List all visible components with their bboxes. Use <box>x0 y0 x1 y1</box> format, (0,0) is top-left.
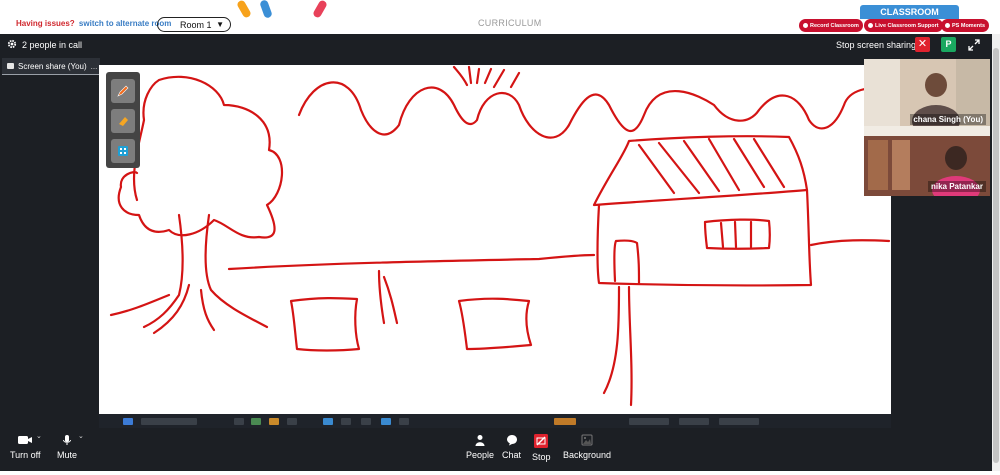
caret-down-icon: ▼ <box>216 20 224 29</box>
house-window <box>703 218 771 250</box>
site-header: Having issues? switch to alternate room … <box>0 0 1000 34</box>
chat-icon <box>506 435 517 446</box>
tree-canopy-stroke <box>117 75 284 239</box>
sun-rays <box>452 65 521 89</box>
drawing-toolbar <box>106 72 140 168</box>
house-door <box>613 239 641 285</box>
ground-line <box>227 253 596 271</box>
shared-screen-taskbar <box>99 414 891 428</box>
meeting-window: 2 people in call Stop screen sharing ✕ P… <box>0 34 992 471</box>
mute-label: Mute <box>57 450 78 460</box>
microphone-icon <box>63 435 71 445</box>
shared-screen-canvas[interactable] <box>99 65 891 414</box>
people-icon <box>475 435 485 446</box>
people-button[interactable]: People <box>466 434 494 460</box>
moments-icon <box>945 23 950 28</box>
pencil-tool-button[interactable] <box>111 79 135 103</box>
camera-icon <box>18 436 33 444</box>
screen-share-tab[interactable]: Screen share (You) ... <box>2 58 100 74</box>
support-icon <box>868 23 873 28</box>
live-support-label: Live Classroom Support <box>875 22 939 29</box>
house-window-bars <box>719 220 753 249</box>
participant-1-name: chana Singh (You) <box>910 114 986 125</box>
window-right <box>457 297 533 351</box>
room-select-value: Room 1 <box>180 19 212 30</box>
background-label: Background <box>563 450 612 460</box>
participant-video-1[interactable]: chana Singh (You) <box>864 59 990 129</box>
record-classroom-button[interactable]: Record Classroom <box>799 19 863 32</box>
people-count: 2 people in call <box>22 40 83 50</box>
stop-share-button[interactable]: Stop <box>532 434 551 462</box>
more-options-icon[interactable]: ... <box>91 62 98 71</box>
background-icon <box>581 434 593 446</box>
house-walls <box>596 188 813 287</box>
room-select[interactable]: Room 1 ▼ <box>157 17 231 32</box>
clear-tool-button[interactable] <box>111 139 135 163</box>
window-left <box>289 297 361 352</box>
tab-underline <box>2 74 100 75</box>
tree-root-3 <box>109 293 171 317</box>
call-controls: Turn off ⌄ Mute ⌄ People Chat Stop Backg… <box>0 428 992 471</box>
roof-lines <box>637 137 786 195</box>
meeting-header: 2 people in call Stop screen sharing ✕ P <box>0 34 992 56</box>
live-support-button[interactable]: Live Classroom Support <box>864 19 943 32</box>
camera-options-chevron-icon[interactable]: ⌄ <box>36 432 42 440</box>
issue-notice: Having issues? switch to alternate room <box>16 19 171 28</box>
ps-moments-button[interactable]: PS Moments <box>941 19 990 32</box>
path-from-door <box>602 285 633 407</box>
mute-button[interactable]: Mute <box>57 434 77 460</box>
ps-moments-label: PS Moments <box>952 22 986 29</box>
logo-stroke-orange <box>236 0 252 19</box>
curriculum-tab[interactable]: CURRICULUM <box>478 18 542 28</box>
screen-icon <box>7 63 14 69</box>
participant-2-name: nika Patankar <box>927 181 986 192</box>
logo-stroke-red <box>312 0 328 19</box>
eraser-icon <box>119 117 128 126</box>
logo-stroke-blue <box>259 0 273 19</box>
scrollbar-thumb[interactable] <box>993 48 999 463</box>
participant-badge[interactable]: P <box>941 37 956 52</box>
page-scrollbar[interactable] <box>992 34 1000 471</box>
tree-root-2 <box>199 288 216 332</box>
tree-root-1 <box>152 283 191 335</box>
stop-share-icon <box>534 434 549 448</box>
participant-video-2[interactable]: nika Patankar <box>864 126 990 196</box>
record-classroom-label: Record Classroom <box>810 22 859 29</box>
stop-sharing-close-button[interactable]: ✕ <box>915 37 930 52</box>
house-right-ground <box>809 239 891 247</box>
chat-label: Chat <box>502 450 522 460</box>
fullscreen-icon[interactable] <box>967 38 981 52</box>
eraser-tool-button[interactable] <box>111 109 135 133</box>
freehand-drawing <box>109 65 891 407</box>
settings-gear-icon[interactable] <box>7 39 17 49</box>
fence-posts <box>377 269 399 325</box>
stop-label: Stop <box>532 452 551 462</box>
classroom-tab[interactable]: CLASSROOM <box>860 5 959 19</box>
stop-sharing-label: Stop screen sharing <box>836 40 917 50</box>
board-icon <box>118 146 128 156</box>
turn-off-label: Turn off <box>10 450 41 460</box>
chat-button[interactable]: Chat <box>502 434 521 460</box>
record-icon <box>803 23 808 28</box>
people-label: People <box>466 450 495 460</box>
mic-options-chevron-icon[interactable]: ⌄ <box>78 432 84 440</box>
hills-stroke <box>297 81 891 139</box>
issue-text: Having issues? <box>16 19 75 28</box>
screen-share-tab-label: Screen share (You) <box>18 61 87 71</box>
background-button[interactable]: Background <box>563 434 611 460</box>
pencil-icon <box>117 85 129 97</box>
